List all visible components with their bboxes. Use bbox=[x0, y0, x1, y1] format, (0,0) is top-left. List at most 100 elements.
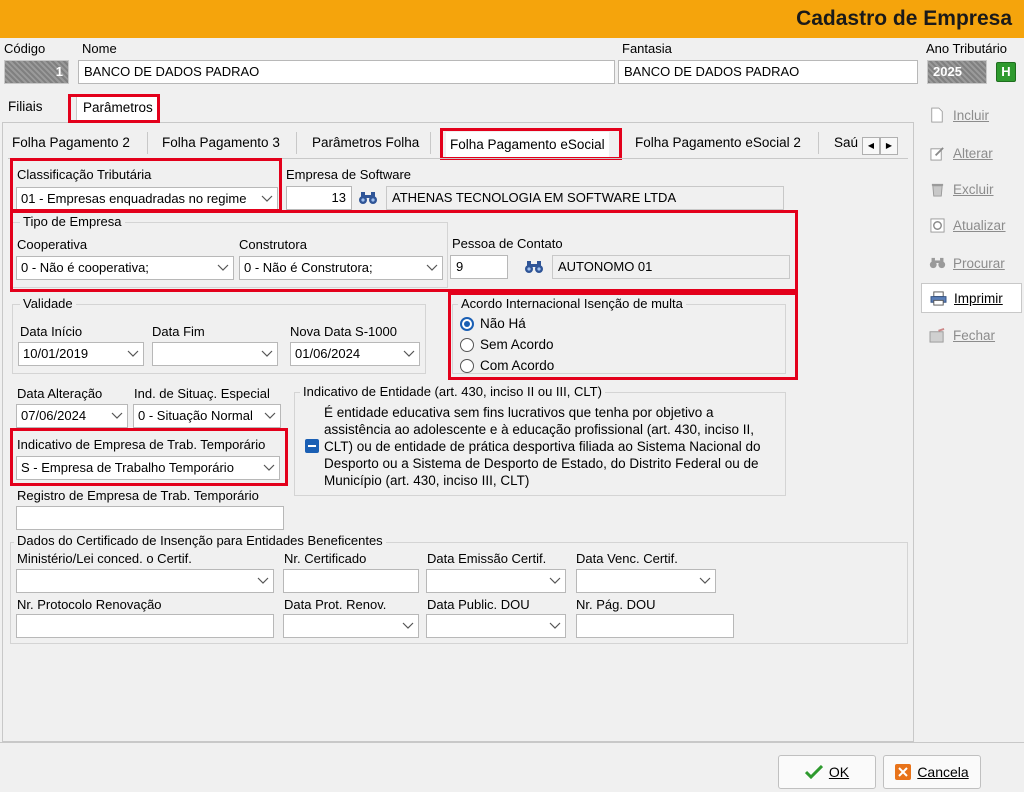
acordo-radio-sem-acordo[interactable]: Sem Acordo bbox=[460, 337, 554, 352]
acordo-radio-nao-ha[interactable]: Não Há bbox=[460, 316, 526, 331]
nr-cert-label: Nr. Certificado bbox=[284, 551, 367, 566]
acordo-option-label: Com Acordo bbox=[480, 358, 555, 373]
codigo-label: Código bbox=[4, 41, 46, 56]
data-alteracao-value: 07/06/2024 bbox=[21, 408, 87, 423]
classificacao-select[interactable]: 01 - Empresas enquadradas no regime bbox=[16, 187, 278, 211]
nova-data-select[interactable]: 01/06/2024 bbox=[290, 342, 420, 366]
atualizar-label: Atualizar bbox=[953, 217, 1006, 233]
acordo-option-label: Não Há bbox=[480, 316, 526, 331]
radio-icon bbox=[460, 337, 474, 352]
registro-field[interactable] bbox=[16, 506, 284, 530]
binoculars-icon[interactable] bbox=[358, 190, 378, 206]
chevron-down-icon bbox=[403, 350, 415, 357]
ano-field[interactable]: 2025 bbox=[927, 60, 987, 84]
imprimir-button[interactable]: Imprimir bbox=[921, 283, 1022, 313]
tab-saude[interactable]: Saú bbox=[834, 130, 858, 158]
ind-situac-select[interactable]: 0 - Situação Normal bbox=[133, 404, 281, 428]
acordo-radio-com-acordo[interactable]: Com Acordo bbox=[460, 358, 554, 373]
atualizar-button[interactable]: Atualizar bbox=[921, 210, 1022, 240]
fechar-label: Fechar bbox=[953, 327, 996, 343]
binoculars-icon[interactable] bbox=[524, 259, 544, 275]
cancel-icon bbox=[895, 764, 912, 780]
chevron-down-icon bbox=[217, 264, 229, 271]
incluir-button[interactable]: Incluir bbox=[921, 100, 1022, 130]
trab-temp-select[interactable]: S - Empresa de Trabalho Temporário bbox=[16, 456, 280, 480]
cooperativa-select[interactable]: 0 - Não é cooperativa; bbox=[16, 256, 234, 280]
empresa-software-code[interactable]: 13 bbox=[286, 186, 352, 210]
tipo-empresa-title: Tipo de Empresa bbox=[20, 214, 125, 229]
fantasia-field[interactable]: BANCO DE DADOS PADRAO bbox=[618, 60, 918, 84]
data-prot-select[interactable] bbox=[283, 614, 419, 638]
chevron-down-icon bbox=[261, 195, 273, 202]
indicativo-entidade-title: Indicativo de Entidade (art. 430, inciso… bbox=[300, 384, 605, 399]
data-emissao-select[interactable] bbox=[426, 569, 566, 593]
chevron-down-icon bbox=[549, 622, 561, 629]
radio-selected-icon bbox=[460, 316, 474, 331]
ok-button[interactable]: OK bbox=[778, 755, 876, 789]
radio-icon bbox=[460, 358, 474, 373]
tab-separator bbox=[296, 132, 297, 154]
procurar-label: Procurar bbox=[953, 255, 1005, 271]
tab-folha-esocial-2[interactable]: Folha Pagamento eSocial 2 bbox=[635, 130, 801, 158]
tab-scroll-right[interactable]: ▶ bbox=[880, 137, 898, 155]
edit-icon bbox=[928, 144, 946, 162]
cooperativa-label: Cooperativa bbox=[17, 237, 88, 252]
chevron-down-icon bbox=[264, 412, 276, 419]
registro-label: Registro de Empresa de Trab. Temporário bbox=[17, 488, 259, 503]
procurar-button[interactable]: Procurar bbox=[921, 248, 1022, 278]
data-fim-select[interactable] bbox=[152, 342, 278, 366]
construtora-select[interactable]: 0 - Não é Construtora; bbox=[239, 256, 443, 280]
ministerio-select[interactable] bbox=[16, 569, 274, 593]
nr-pag-label: Nr. Pág. DOU bbox=[576, 597, 656, 612]
trash-icon bbox=[928, 180, 946, 198]
printer-icon bbox=[929, 289, 947, 307]
chevron-down-icon bbox=[699, 577, 711, 584]
cooperativa-value: 0 - Não é cooperativa; bbox=[21, 260, 149, 275]
tab-parametros-folha[interactable]: Parâmetros Folha bbox=[312, 130, 419, 158]
incluir-label: Incluir bbox=[953, 107, 990, 123]
nr-protocolo-field[interactable] bbox=[16, 614, 274, 638]
data-public-label: Data Public. DOU bbox=[427, 597, 530, 612]
chevron-down-icon bbox=[111, 412, 123, 419]
ano-label: Ano Tributário bbox=[926, 41, 1007, 56]
excluir-label: Excluir bbox=[953, 181, 994, 197]
data-alteracao-select[interactable]: 07/06/2024 bbox=[16, 404, 128, 428]
tab-filiais[interactable]: Filiais bbox=[8, 94, 43, 122]
data-inicio-label: Data Início bbox=[20, 324, 83, 339]
data-public-select[interactable] bbox=[426, 614, 566, 638]
ano-badge[interactable]: H bbox=[996, 62, 1016, 82]
data-venc-select[interactable] bbox=[576, 569, 716, 593]
cancela-button[interactable]: Cancela bbox=[883, 755, 981, 789]
tab-parametros[interactable]: Parâmetros bbox=[76, 94, 160, 122]
chevron-down-icon bbox=[549, 577, 561, 584]
tab-folha-esocial[interactable]: Folha Pagamento eSocial bbox=[446, 132, 609, 160]
tab-separator bbox=[147, 132, 148, 154]
ind-situac-label: Ind. de Situaç. Especial bbox=[134, 386, 270, 401]
excluir-button[interactable]: Excluir bbox=[921, 174, 1022, 204]
nr-cert-field[interactable] bbox=[283, 569, 419, 593]
ok-label: OK bbox=[828, 764, 850, 780]
pessoa-contato-code[interactable]: 9 bbox=[450, 255, 508, 279]
nr-protocolo-label: Nr. Protocolo Renovação bbox=[17, 597, 162, 612]
acordo-option-label: Sem Acordo bbox=[480, 337, 554, 352]
fechar-button[interactable]: Fechar bbox=[921, 320, 1022, 350]
tab-folha-2[interactable]: Folha Pagamento 2 bbox=[12, 130, 130, 158]
nr-pag-field[interactable] bbox=[576, 614, 734, 638]
data-inicio-select[interactable]: 10/01/2019 bbox=[18, 342, 144, 366]
new-document-icon bbox=[928, 106, 946, 124]
empresa-software-label: Empresa de Software bbox=[286, 167, 412, 182]
minus-icon bbox=[308, 445, 316, 447]
refresh-icon bbox=[928, 216, 946, 234]
indicativo-entidade-checkbox[interactable] bbox=[305, 439, 319, 453]
tab-scroll-left[interactable]: ◀ bbox=[862, 137, 880, 155]
data-venc-label: Data Venc. Certif. bbox=[576, 551, 678, 566]
tab-folha-3[interactable]: Folha Pagamento 3 bbox=[162, 130, 280, 158]
tab-separator bbox=[430, 132, 431, 154]
nome-field[interactable]: BANCO DE DADOS PADRAO bbox=[78, 60, 615, 84]
chevron-down-icon bbox=[263, 464, 275, 471]
alterar-button[interactable]: Alterar bbox=[921, 138, 1022, 168]
cancela-label: Cancela bbox=[917, 764, 969, 780]
codigo-field[interactable]: 1 bbox=[4, 60, 69, 84]
certificado-title: Dados do Certificado de Insenção para En… bbox=[14, 533, 386, 548]
imprimir-label: Imprimir bbox=[954, 290, 1003, 306]
